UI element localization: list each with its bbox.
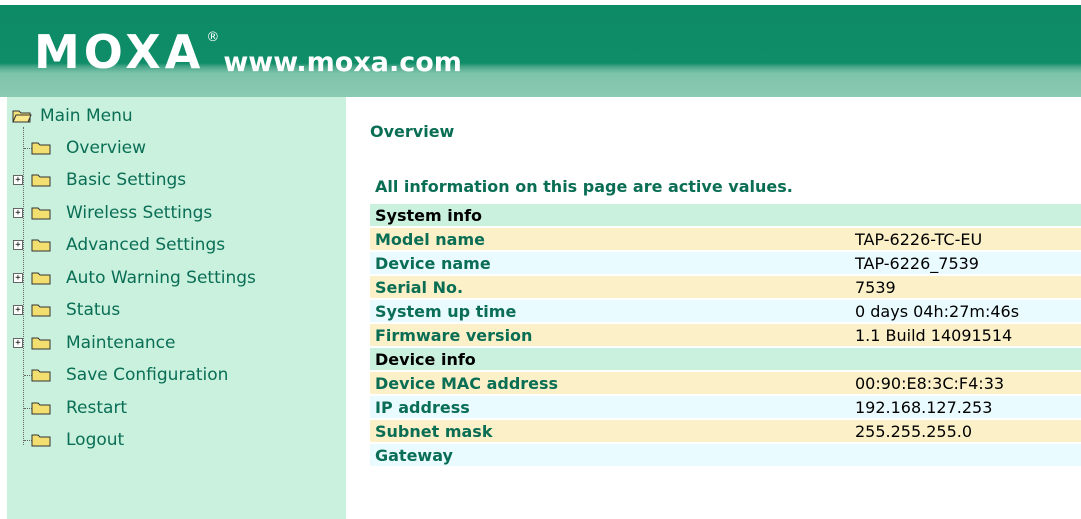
registered-mark: ® bbox=[206, 30, 220, 45]
table-row: Device MAC address 00:90:E8:3C:F4:33 bbox=[370, 372, 1081, 394]
expand-icon[interactable]: + bbox=[13, 208, 23, 218]
overview-info-table: System info Model name TAP-6226-TC-EU De… bbox=[370, 202, 1081, 468]
sidebar-item-label: Wireless Settings bbox=[66, 203, 213, 223]
field-value: 7539 bbox=[850, 276, 1081, 298]
expand-icon[interactable]: + bbox=[13, 240, 23, 250]
field-label: Subnet mask bbox=[370, 420, 850, 442]
field-value bbox=[850, 444, 1081, 466]
sidebar-item-label: Auto Warning Settings bbox=[66, 268, 256, 288]
table-row: Model name TAP-6226-TC-EU bbox=[370, 228, 1081, 250]
sidebar-item-label: Save Configuration bbox=[66, 365, 229, 385]
table-row: Serial No. 7539 bbox=[370, 276, 1081, 298]
field-label: Serial No. bbox=[370, 276, 850, 298]
field-label: System up time bbox=[370, 300, 850, 322]
folder-icon bbox=[31, 174, 51, 187]
expand-icon[interactable]: + bbox=[13, 273, 23, 283]
folder-icon bbox=[31, 337, 51, 350]
expand-icon[interactable]: + bbox=[13, 305, 23, 315]
sidebar-root-label: Main Menu bbox=[40, 106, 133, 126]
field-label: Firmware version bbox=[370, 324, 850, 346]
section-header: Device info bbox=[370, 348, 1081, 370]
table-row: Gateway bbox=[370, 444, 1081, 466]
field-label: Device MAC address bbox=[370, 372, 850, 394]
table-row: Firmware version 1.1 Build 14091514 bbox=[370, 324, 1081, 346]
sidebar-menu: Main Menu Overview + Basic Settings + Wi… bbox=[7, 97, 346, 519]
sidebar-item-label: Overview bbox=[66, 138, 147, 158]
field-value: 0 days 04h:27m:46s bbox=[850, 300, 1081, 322]
main-content: Overview All information on this page ar… bbox=[346, 97, 1081, 519]
field-value: TAP-6226_7539 bbox=[850, 252, 1081, 274]
sidebar-item-label: Logout bbox=[66, 430, 125, 450]
folder-icon bbox=[31, 304, 51, 317]
open-folder-icon bbox=[12, 110, 32, 123]
folder-icon bbox=[31, 369, 51, 382]
field-label: IP address bbox=[370, 396, 850, 418]
folder-icon bbox=[31, 207, 51, 220]
folder-icon bbox=[31, 142, 51, 155]
table-row: IP address 192.168.127.253 bbox=[370, 396, 1081, 418]
table-row: Device name TAP-6226_7539 bbox=[370, 252, 1081, 274]
folder-icon bbox=[31, 402, 51, 415]
table-row: System up time 0 days 04h:27m:46s bbox=[370, 300, 1081, 322]
field-value: 255.255.255.0 bbox=[850, 420, 1081, 442]
field-value: 1.1 Build 14091514 bbox=[850, 324, 1081, 346]
expand-icon[interactable]: + bbox=[13, 175, 23, 185]
folder-icon bbox=[31, 239, 51, 252]
field-label: Gateway bbox=[370, 444, 850, 466]
field-label: Device name bbox=[370, 252, 850, 274]
logo-text: MOXA bbox=[34, 25, 205, 79]
page-title: Overview bbox=[370, 122, 455, 141]
sidebar-item-label: Status bbox=[66, 300, 121, 320]
sidebar-item-label: Basic Settings bbox=[66, 170, 187, 190]
field-value: 192.168.127.253 bbox=[850, 396, 1081, 418]
expand-icon[interactable]: + bbox=[13, 338, 23, 348]
field-value: TAP-6226-TC-EU bbox=[850, 228, 1081, 250]
folder-icon bbox=[31, 272, 51, 285]
tree-connector bbox=[23, 127, 24, 445]
section-heading: Device info bbox=[370, 348, 1081, 370]
table-row: Subnet mask 255.255.255.0 bbox=[370, 420, 1081, 442]
field-label: Model name bbox=[370, 228, 850, 250]
header-banner: MOXA ® www.moxa.com bbox=[0, 0, 1081, 97]
field-value: 00:90:E8:3C:F4:33 bbox=[850, 372, 1081, 394]
moxa-logo: MOXA ® www.moxa.com bbox=[34, 25, 462, 79]
sidebar-item-label: Restart bbox=[66, 398, 128, 418]
active-values-notice: All information on this page are active … bbox=[375, 177, 793, 196]
folder-icon bbox=[31, 434, 51, 447]
sidebar-item-label: Maintenance bbox=[66, 333, 176, 353]
logo-url: www.moxa.com bbox=[223, 47, 462, 78]
section-heading: System info bbox=[370, 204, 1081, 226]
section-header: System info bbox=[370, 204, 1081, 226]
sidebar-item-label: Advanced Settings bbox=[66, 235, 226, 255]
